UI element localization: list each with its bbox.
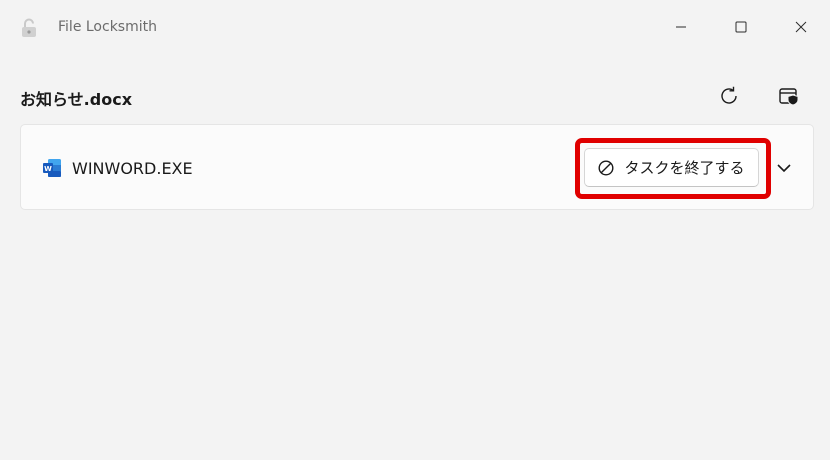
file-name-heading: お知らせ.docx <box>20 90 133 109</box>
close-button[interactable] <box>778 10 824 44</box>
expand-button[interactable] <box>769 153 799 183</box>
restart-as-admin-button[interactable] <box>772 80 806 112</box>
minimize-icon <box>676 26 686 28</box>
word-icon: W <box>43 159 61 177</box>
restart-as-admin-icon <box>779 88 799 106</box>
window-title: File Locksmith <box>58 19 157 35</box>
refresh-icon <box>721 86 737 104</box>
block-icon <box>598 159 614 176</box>
end-task-label: タスクを終了する <box>624 159 745 177</box>
title-bar: File Locksmith <box>0 0 830 56</box>
maximize-icon <box>735 21 747 33</box>
svg-text:W: W <box>44 165 52 173</box>
process-card: W WINWORD.EXE タスクを終了する <box>20 124 814 210</box>
close-icon <box>795 21 807 33</box>
chevron-down-icon <box>777 164 791 173</box>
process-name: WINWORD.EXE <box>72 159 193 178</box>
maximize-button[interactable] <box>718 10 764 44</box>
end-task-button[interactable]: タスクを終了する <box>584 148 759 187</box>
minimize-button[interactable] <box>658 10 704 44</box>
lock-icon <box>22 18 36 37</box>
refresh-button[interactable] <box>712 80 746 112</box>
